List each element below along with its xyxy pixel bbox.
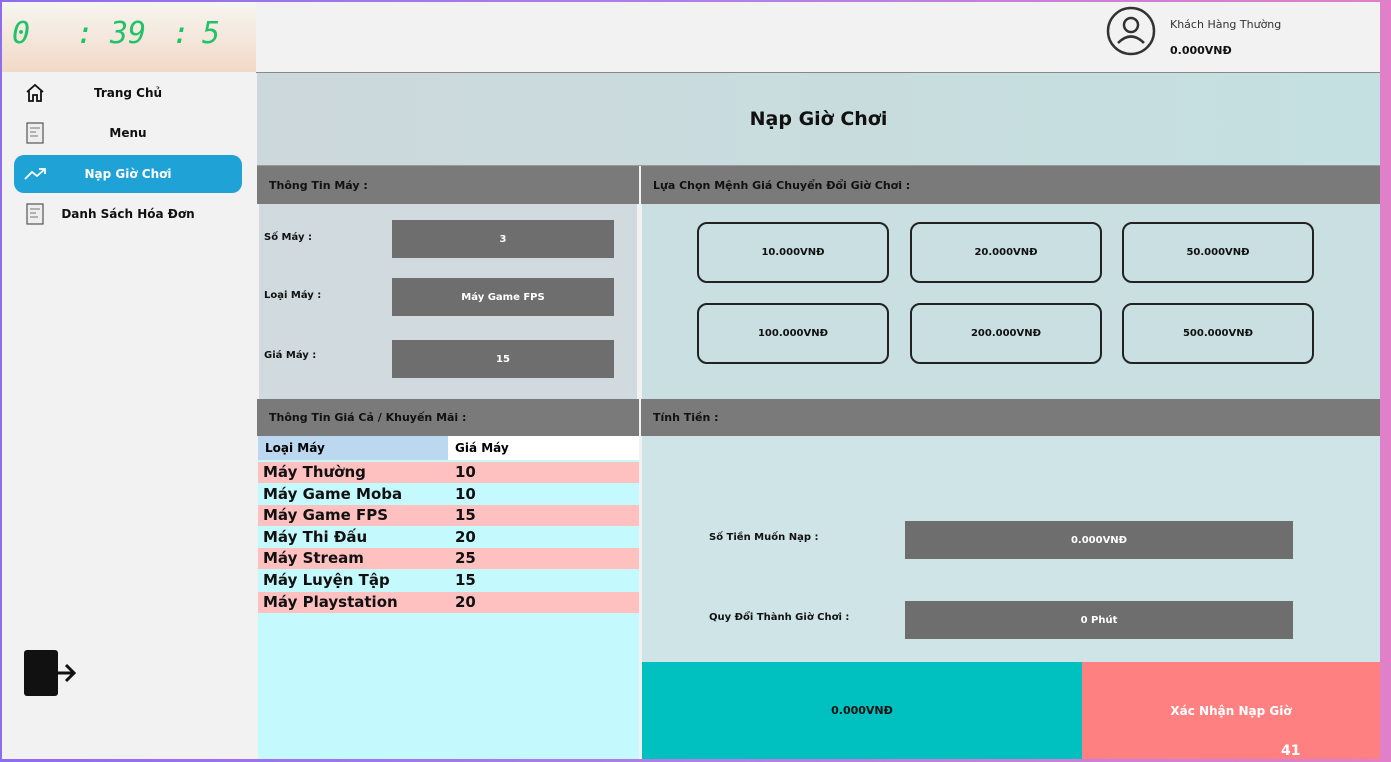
table-row[interactable]: Máy Game Moba 10 (258, 484, 639, 505)
machine-price-cell: 10 (455, 485, 476, 503)
sidebar-item-home[interactable]: Trang Chủ (14, 74, 242, 112)
denomination-button[interactable]: 200.000VNĐ (910, 303, 1102, 364)
machine-type-label: Loại Máy : (264, 290, 322, 301)
sidebar-item-nap-gio-choi[interactable]: Nạp Giờ Chơi (14, 155, 242, 193)
machine-type-cell: Máy Thường (263, 463, 366, 481)
convert-field: 0 Phút (905, 601, 1293, 639)
machine-price-cell: 10 (455, 463, 476, 481)
machine-price-cell: 25 (455, 549, 476, 567)
page-number: 41 (1281, 743, 1301, 759)
session-clock: 0 : 39 : 5 (2, 2, 256, 72)
table-row[interactable]: Máy Thường 10 (258, 462, 639, 483)
sidebar-item-label: Nạp Giờ Chơi (84, 167, 172, 181)
machine-type-cell: Máy Thi Đấu (263, 528, 368, 546)
price-table: Loại Máy Giá Máy Máy Thường 10 Máy Game … (258, 436, 639, 759)
denomination-button[interactable]: 50.000VNĐ (1122, 222, 1314, 283)
machine-number-value: 3 (392, 220, 614, 258)
main-content: Nạp Giờ Chơi Thông Tin Máy : Số Máy : 3 … (257, 73, 1380, 759)
machine-price-cell: 15 (455, 506, 476, 524)
table-header-row: Loại Máy Giá Máy (258, 436, 639, 460)
table-row[interactable]: Máy Game FPS 15 (258, 505, 639, 526)
price-table-header: Thông Tin Giá Cả / Khuyến Mãi : (257, 399, 639, 436)
sidebar-item-label: Trang Chủ (93, 86, 163, 100)
page-title: Nạp Giờ Chơi (749, 108, 888, 130)
logout-icon[interactable] (22, 648, 78, 698)
machine-price-cell: 20 (455, 593, 476, 611)
clock-minutes: 39 (110, 16, 147, 51)
denomination-button[interactable]: 10.000VNĐ (697, 222, 889, 283)
sidebar: Trang Chủ Menu Nạp Giờ Chơi Danh Sách Hó… (2, 72, 256, 759)
machine-price-label: Giá Máy : (264, 350, 317, 361)
sidebar-item-invoices[interactable]: Danh Sách Hóa Đơn (14, 195, 242, 233)
top-header (256, 2, 1380, 73)
denomination-header: Lựa Chọn Mệnh Giá Chuyển Đổi Giờ Chơi : (641, 166, 1380, 204)
machine-price-cell: 20 (455, 528, 476, 546)
convert-label: Quy Đổi Thành Giờ Chơi : (709, 612, 850, 623)
clock-separator: : (172, 16, 191, 51)
user-avatar-icon[interactable] (1106, 6, 1156, 56)
table-row[interactable]: Máy Playstation 20 (258, 592, 639, 613)
clock-seconds: 5 (202, 16, 221, 51)
amount-label: Số Tiền Muốn Nạp : (709, 532, 819, 543)
clock-separator: : (76, 16, 95, 51)
denomination-button[interactable]: 500.000VNĐ (1122, 303, 1314, 364)
machine-number-label: Số Máy : (264, 232, 312, 243)
denomination-button[interactable]: 20.000VNĐ (910, 222, 1102, 283)
amount-field[interactable]: 0.000VNĐ (905, 521, 1293, 559)
user-rank: Khách Hàng Thường (1170, 18, 1282, 31)
table-row[interactable]: Máy Stream 25 (258, 548, 639, 569)
machine-type-cell: Máy Luyện Tập (263, 571, 390, 589)
machine-price-value: 15 (392, 340, 614, 378)
total-amount: 0.000VNĐ (642, 662, 1082, 759)
column-header[interactable]: Loại Máy (258, 436, 448, 460)
machine-type-cell: Máy Game FPS (263, 506, 389, 524)
sidebar-item-label: Danh Sách Hóa Đơn (61, 207, 195, 221)
confirm-topup-button[interactable]: Xác Nhận Nạp Giờ (1082, 662, 1380, 759)
machine-info-header: Thông Tin Máy : (257, 166, 639, 204)
machine-type-cell: Máy Game Moba (263, 485, 403, 503)
machine-type-cell: Máy Stream (263, 549, 364, 567)
clock-hours: 0 (12, 16, 31, 51)
table-row[interactable]: Máy Thi Đấu 20 (258, 527, 639, 548)
calc-header: Tính Tiền : (641, 399, 1380, 436)
machine-price-cell: 15 (455, 571, 476, 589)
sidebar-item-label: Menu (109, 126, 147, 140)
title-band: Nạp Giờ Chơi (257, 73, 1380, 166)
sidebar-item-menu[interactable]: Menu (14, 114, 242, 152)
machine-info-panel: Số Máy : 3 Loại Máy : Máy Game FPS Giá M… (259, 204, 637, 399)
user-balance: 0.000VNĐ (1170, 44, 1232, 57)
machine-type-value: Máy Game FPS (392, 278, 614, 316)
machine-type-cell: Máy Playstation (263, 593, 398, 611)
denomination-panel: 10.000VNĐ 20.000VNĐ 50.000VNĐ 100.000VNĐ… (642, 204, 1380, 399)
calc-panel: Số Tiền Muốn Nạp : 0.000VNĐ Quy Đổi Thàn… (642, 436, 1380, 662)
table-row[interactable]: Máy Luyện Tập 15 (258, 570, 639, 591)
column-header[interactable]: Giá Máy (448, 436, 639, 460)
denomination-button[interactable]: 100.000VNĐ (697, 303, 889, 364)
app-window: 0 : 39 : 5 Khách Hàng Thường 0.000VNĐ Tr… (2, 2, 1380, 759)
